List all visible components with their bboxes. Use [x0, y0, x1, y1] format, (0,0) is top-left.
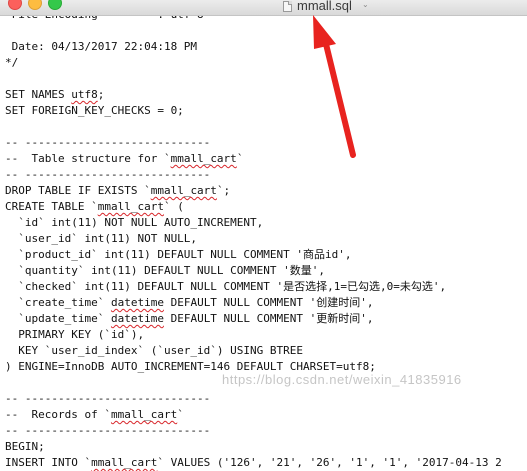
annotation-arrow-icon — [313, 15, 356, 158]
code-line: -- Records of `mmall_cart` — [5, 408, 184, 421]
code-line: BEGIN; — [5, 440, 45, 453]
code-line: -- ---------------------------- — [5, 424, 211, 437]
annotation-arrow-head — [313, 15, 336, 49]
spellcheck-word: mmall_cart — [91, 456, 158, 469]
annotation-arrow-shaft — [322, 37, 356, 158]
code-line: INSERT INTO `mmall_cart` VALUES ('126', … — [5, 456, 502, 469]
spellcheck-word: mmall_cart — [110, 408, 178, 421]
